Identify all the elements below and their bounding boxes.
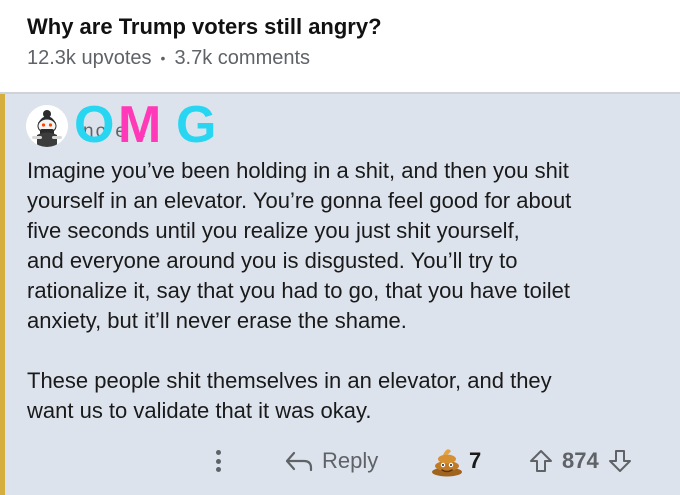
post-title[interactable]: Why are Trump voters still angry?	[27, 14, 382, 40]
comment-body: Imagine you’ve been holding in a shit, a…	[27, 156, 667, 426]
comment-paragraph: Imagine you’ve been holding in a shit, a…	[27, 158, 572, 333]
score: 874	[562, 448, 599, 473]
upvote-count: 12.3k upvotes	[27, 47, 152, 69]
reply-arrow-icon	[285, 451, 313, 472]
vote-group: 874	[528, 444, 633, 478]
upvote-arrow-icon[interactable]	[528, 448, 554, 474]
sticker-letter-g: G	[176, 96, 217, 154]
sticker-letter-o: O	[74, 96, 115, 154]
comment: no e u O M G Imagine you’ve been holding…	[0, 94, 680, 495]
comment-action-bar: Reply 7 874	[0, 441, 680, 481]
thread-line[interactable]	[0, 94, 5, 495]
post-stats: 12.3k upvotes • 3.7k comments	[27, 47, 310, 70]
post-header: Why are Trump voters still angry? 12.3k …	[0, 0, 680, 94]
award-count: 7	[469, 448, 482, 473]
comment-count[interactable]: 3.7k comments	[174, 47, 310, 70]
more-vertical-icon[interactable]	[210, 447, 226, 475]
snoo-avatar-icon	[26, 105, 68, 147]
reply-button[interactable]: Reply	[284, 444, 378, 478]
avatar[interactable]	[26, 105, 68, 147]
poop-award-icon	[432, 449, 462, 477]
meta-separator: •	[160, 49, 166, 66]
omg-sticker: O M G	[74, 98, 252, 152]
sticker-letter-m: M	[118, 96, 162, 154]
reply-label: Reply	[322, 448, 379, 473]
comment-paragraph: These people shit themselves in an eleva…	[27, 368, 552, 423]
downvote-arrow-icon[interactable]	[607, 448, 633, 474]
award-badge[interactable]: 7	[430, 444, 481, 478]
